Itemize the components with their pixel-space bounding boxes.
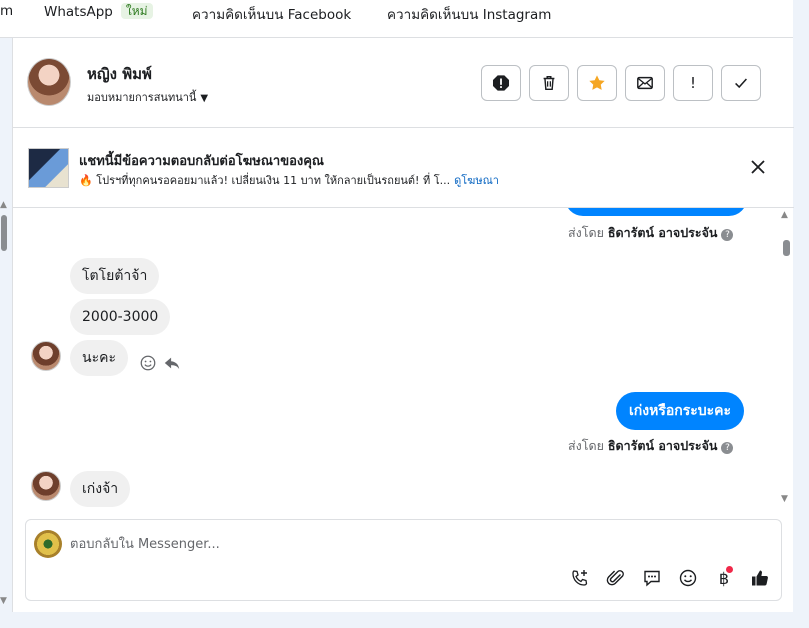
assign-label: มอบหมายการสนทนานี้ (87, 91, 197, 104)
like-button[interactable] (748, 566, 772, 590)
view-ad-link[interactable]: ดูโฆษณา (454, 174, 499, 187)
tab-whatsapp[interactable]: WhatsApp ใหม่ (44, 3, 153, 20)
caret-down-icon: ▼ (200, 93, 209, 104)
conversation-panel: หญิง พิมพ์ มอบหมายการสนทนานี้ ▼ ! แชทนี้… (12, 38, 794, 612)
composer-toolbar: ฿ (568, 566, 772, 590)
trash-icon (543, 75, 555, 91)
help-icon[interactable]: ? (721, 442, 734, 454)
paperclip-icon (606, 570, 624, 586)
saved-replies-button[interactable] (640, 566, 664, 590)
emoji-button[interactable] (676, 566, 700, 590)
ad-text: 🔥 โปรฯที่ทุกคนรอคอยมาแล้ว! เปลี่ยนเงิน 1… (79, 174, 451, 187)
phone-plus-icon (572, 570, 588, 586)
conversation-actions: ! (481, 65, 761, 101)
thumbs-up-icon (752, 570, 768, 586)
scroll-up-arrow-icon[interactable]: ▲ (781, 210, 788, 220)
incoming-message-bubble[interactable]: โตโยต้าจ้า (70, 258, 160, 294)
page-avatar (34, 530, 62, 558)
call-button[interactable] (568, 566, 592, 590)
react-emoji-icon[interactable] (139, 354, 157, 372)
smiley-icon (679, 569, 697, 587)
contact-avatar-small (31, 341, 61, 371)
new-badge: ใหม่ (120, 3, 153, 19)
message-thread: ส่งโดย ธิดารัตน์ อาจประจัน? โตโยต้าจ้า 2… (13, 208, 794, 518)
incoming-message-bubble[interactable]: 2000-3000 (70, 299, 171, 335)
reply-arrow-icon[interactable] (163, 354, 181, 372)
alert-circle-icon (492, 75, 510, 91)
sent-by-prefix: ส่งโดย (568, 225, 604, 240)
attach-button[interactable] (604, 566, 628, 590)
outgoing-message-bubble[interactable] (565, 208, 747, 216)
report-spam-button[interactable] (481, 65, 521, 101)
help-icon[interactable]: ? (721, 229, 734, 241)
contact-name[interactable]: หญิง พิมพ์ (87, 62, 152, 86)
conversation-header: หญิง พิมพ์ มอบหมายการสนทนานี้ ▼ ! (13, 38, 794, 128)
scroll-down-arrow-icon[interactable]: ▼ (781, 494, 788, 504)
outgoing-message-bubble[interactable]: เก่งหรือกระบะคะ (616, 392, 745, 430)
incoming-message-bubble[interactable]: เก่งจ้า (70, 471, 131, 507)
delete-button[interactable] (529, 65, 569, 101)
assign-conversation-dropdown[interactable]: มอบหมายการสนทนานี้ ▼ (87, 88, 208, 106)
notification-dot (726, 566, 733, 573)
contact-avatar[interactable] (27, 58, 71, 106)
reply-composer: ฿ (25, 519, 782, 601)
tab-messenger[interactable]: m (0, 3, 13, 19)
star-button[interactable] (577, 65, 617, 101)
close-icon[interactable] (749, 158, 767, 176)
scrollbar-thumb[interactable] (1, 215, 7, 251)
tab-label: ความคิดเห็นบน Facebook (192, 7, 352, 23)
ad-reply-banner: แชทนี้มีข้อความตอบกลับต่อโฆษณาของคุณ 🔥 โ… (13, 128, 794, 208)
checkmark-icon (735, 78, 747, 89)
contact-avatar-small (31, 471, 61, 501)
scroll-down-arrow-icon[interactable]: ▼ (0, 596, 7, 606)
scroll-up-arrow-icon[interactable]: ▲ (0, 200, 7, 210)
chat-bubble-icon (644, 570, 660, 587)
agent-name: ธิดารัตน์ อาจประจัน (607, 438, 718, 453)
sent-by-prefix: ส่งโดย (568, 438, 604, 453)
follow-up-button[interactable]: ! (673, 65, 713, 101)
scrollbar-thumb[interactable] (783, 240, 790, 256)
sent-by-label: ส่งโดย ธิดารัตน์ อาจประจัน? (568, 436, 734, 456)
reply-input[interactable] (70, 530, 670, 558)
inbox-tab-bar: m WhatsApp ใหม่ ความคิดเห็นบน Facebook คว… (0, 0, 793, 38)
tab-label: WhatsApp (44, 4, 113, 20)
exclamation-icon: ! (689, 74, 696, 92)
star-icon (589, 75, 605, 90)
envelope-icon (637, 76, 653, 90)
ad-banner-title: แชทนี้มีข้อความตอบกลับต่อโฆษณาของคุณ (79, 154, 324, 169)
tab-label: m (0, 3, 14, 19)
tab-label: ความคิดเห็นบน Instagram (387, 7, 552, 23)
ad-banner-description: 🔥 โปรฯที่ทุกคนรอคอยมาแล้ว! เปลี่ยนเงิน 1… (79, 171, 499, 189)
conversation-list-scrollbar[interactable]: ▲ ▼ (0, 200, 10, 610)
message-hover-tools (139, 354, 181, 372)
agent-name: ธิดารัตน์ อาจประจัน (607, 225, 718, 240)
incoming-message-bubble[interactable]: นะคะ (70, 340, 128, 376)
mark-done-button[interactable] (721, 65, 761, 101)
sent-by-label: ส่งโดย ธิดารัตน์ อาจประจัน? (568, 223, 734, 243)
ad-thumbnail[interactable] (28, 148, 69, 188)
payment-button[interactable]: ฿ (712, 566, 736, 590)
mark-unread-button[interactable] (625, 65, 665, 101)
tab-instagram-comments[interactable]: ความคิดเห็นบน Instagram (387, 3, 551, 25)
tab-facebook-comments[interactable]: ความคิดเห็นบน Facebook (192, 3, 351, 25)
